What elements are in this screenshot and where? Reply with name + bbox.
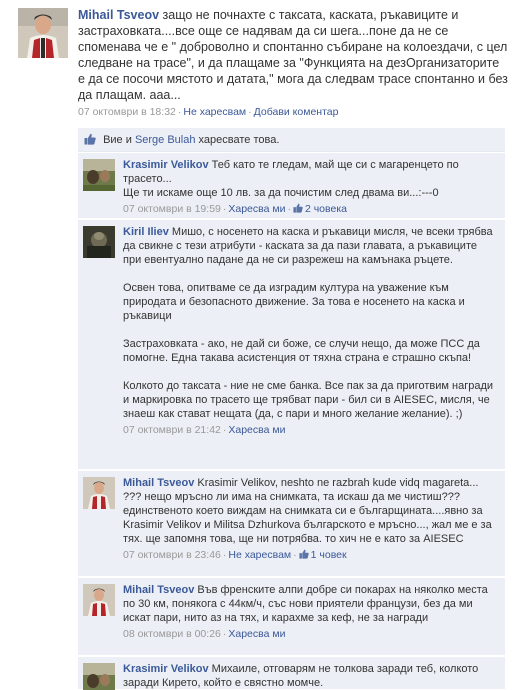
comment-text: Mihail Tsveov Във френските алпи добре с… — [123, 583, 497, 625]
photo-thumbnail-icon — [83, 663, 115, 690]
comment-like-link[interactable]: Харесва ми — [228, 424, 285, 436]
comment-meta: 07 октомври в 19:59 · Харесва ми · 2 човека — [123, 203, 347, 215]
comment-timestamp[interactable]: 07 октомври в 23:46 — [123, 549, 221, 561]
commenter-avatar[interactable] — [83, 226, 115, 258]
person-photo-icon — [83, 584, 115, 616]
comment-author-name[interactable]: Mihail Tsveov — [123, 477, 194, 489]
post-body: Mihail Tsveov защо не почнахте с таксата… — [78, 7, 508, 119]
likes-prefix: Вие и — [103, 134, 132, 146]
comment-item: Krasimir Velikov Михаиле, отговарям не т… — [78, 657, 505, 690]
likes-person-link[interactable]: Serge Bulah — [135, 134, 196, 146]
comment-item: Krasimir Velikov Теб като те гледам, май… — [78, 153, 505, 219]
commenter-avatar[interactable] — [83, 159, 115, 191]
comment-text: Krasimir Velikov Теб като те гледам, май… — [123, 158, 497, 200]
post-unlike-link[interactable]: Не харесвам — [183, 106, 246, 118]
commenter-avatar[interactable] — [83, 477, 115, 509]
comment-unlike-link[interactable]: Не харесвам — [228, 549, 291, 561]
comment-author-name[interactable]: Kiril Iliev — [123, 226, 169, 238]
thumbs-up-icon — [299, 549, 309, 559]
post-meta: 07 октомври в 18:32 · Не харесвам · Добави к… — [78, 106, 339, 118]
comment-body: Krasimir Velikov Теб като те гледам, май… — [123, 158, 497, 216]
likes-summary: Вие и Serge Bulah харесвате това. — [78, 128, 505, 152]
comment-likers-link[interactable]: 2 човека — [305, 203, 347, 215]
photo-thumbnail-icon — [83, 159, 115, 191]
thumbs-up-icon — [293, 203, 303, 213]
comment-timestamp[interactable]: 07 октомври в 21:42 — [123, 424, 221, 436]
comment-paragraph: Застраховката - ако, не дай си боже, се … — [123, 338, 480, 364]
photo-thumbnail-icon — [83, 226, 115, 258]
comment-author-name[interactable]: Krasimir Velikov — [123, 663, 209, 675]
comment-content-line2: Ще ти искаме още 10 лв. за да почистим с… — [123, 187, 439, 199]
comment-like-link[interactable]: Харесва ми — [228, 203, 285, 215]
post-add-comment-link[interactable]: Добави коментар — [254, 106, 339, 118]
comment-author-name[interactable]: Krasimir Velikov — [123, 159, 209, 171]
comment-body: Krasimir Velikov Михаиле, отговарям не т… — [123, 662, 497, 690]
post-author-avatar[interactable] — [18, 8, 68, 58]
comment-meta: 07 октомври в 23:46 · Не харесвам · 1 човек — [123, 549, 347, 561]
comment-meta: 07 октомври в 21:42 · Харесва ми — [123, 424, 286, 436]
comment-body: Mihail Tsveov Във френските алпи добре с… — [123, 583, 497, 641]
person-photo-icon — [18, 8, 68, 58]
thumbs-up-icon — [84, 133, 96, 145]
commenter-avatar[interactable] — [83, 584, 115, 616]
post-timestamp[interactable]: 07 октомври в 18:32 — [78, 106, 176, 118]
comment-like-link[interactable]: Харесва ми — [228, 628, 285, 640]
post-text-block: Mihail Tsveov защо не почнахте с таксата… — [78, 7, 508, 103]
person-photo-icon — [83, 477, 115, 509]
comment-item: Mihail Tsveov Krasimir Velikov, neshto n… — [78, 471, 505, 577]
post-author-name[interactable]: Mihail Tsveov — [78, 8, 159, 22]
comment-body: Mihail Tsveov Krasimir Velikov, neshto n… — [123, 476, 497, 562]
comment-likers-link[interactable]: 1 човек — [311, 549, 347, 561]
comment-item: Mihail Tsveov Във френските алпи добре с… — [78, 578, 505, 656]
comment-text: Kiril Iliev Мишо, с носенето на каска и … — [123, 225, 497, 421]
comment-timestamp[interactable]: 08 октомври в 00:26 — [123, 628, 221, 640]
comment-timestamp[interactable]: 07 октомври в 19:59 — [123, 203, 221, 215]
commenter-avatar[interactable] — [83, 663, 115, 690]
comment-text: Mihail Tsveov Krasimir Velikov, neshto n… — [123, 476, 497, 546]
comment-text: Krasimir Velikov Михаиле, отговарям не т… — [123, 662, 497, 690]
comment-content: Мишо, с носенето на каска и ръкавици мис… — [123, 226, 493, 266]
comment-paragraph: Колкото до таксата - ние не сме банка. В… — [123, 380, 494, 420]
comment-author-name[interactable]: Mihail Tsveov — [123, 584, 194, 596]
comment-paragraph: Освен това, опитваме се да изградим култ… — [123, 282, 465, 322]
comment-meta: 08 октомври в 00:26 · Харесва ми — [123, 628, 286, 640]
comment-item: Kiril Iliev Мишо, с носенето на каска и … — [78, 220, 505, 470]
likes-suffix: харесвате това. — [198, 134, 280, 146]
post-text: защо не почнахте с таксата, каската, рък… — [78, 8, 508, 102]
comment-body: Kiril Iliev Мишо, с носенето на каска и … — [123, 225, 497, 437]
